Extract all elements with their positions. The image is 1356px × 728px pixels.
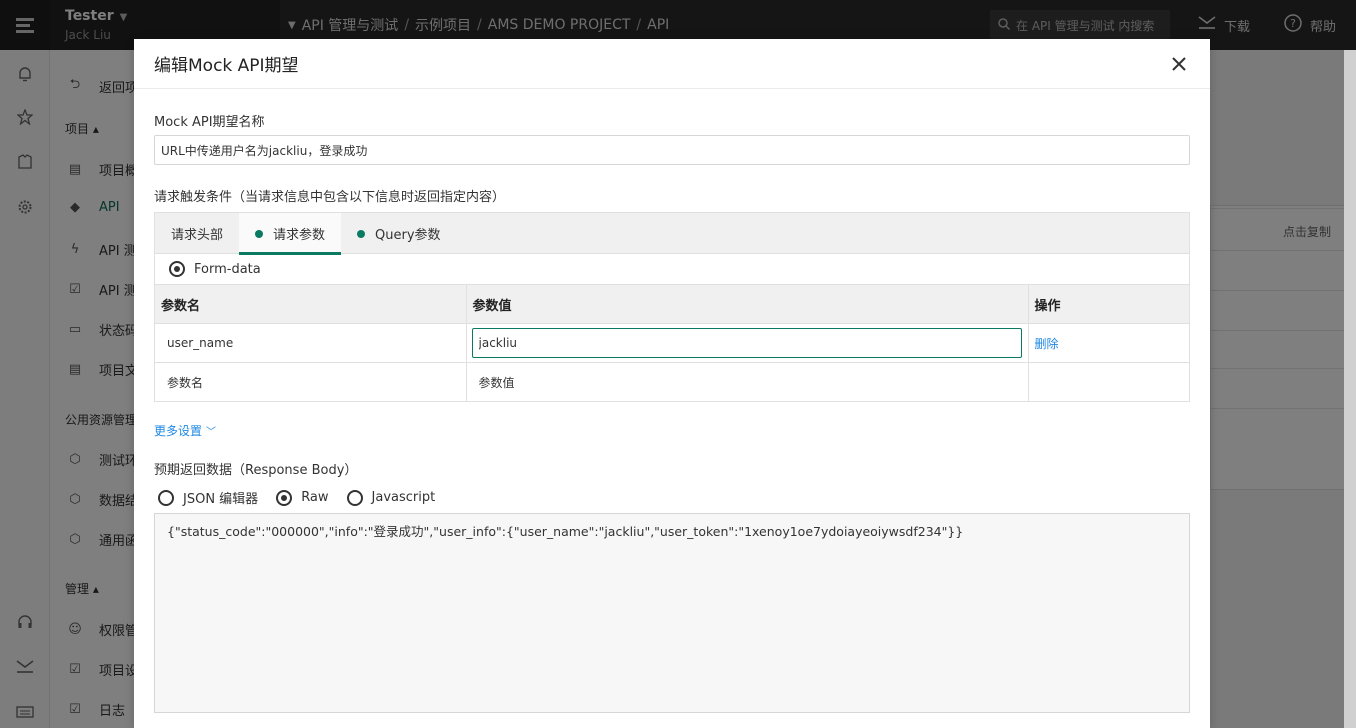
- condition-label: 请求触发条件（当请求信息中包含以下信息时返回指定内容）: [154, 190, 506, 205]
- form-type-label: Form-data: [194, 261, 261, 277]
- param-value-input[interactable]: [471, 328, 1022, 358]
- status-dot-icon: [255, 229, 264, 238]
- table-row-empty: 参数名 参数值: [155, 362, 1189, 402]
- delete-link[interactable]: 删除: [1035, 337, 1059, 351]
- response-body-editor[interactable]: {"status_code":"000000","info":"登录成功","u…: [154, 513, 1190, 713]
- tab-label: 请求参数: [273, 228, 326, 243]
- radio-checked-icon[interactable]: [169, 261, 185, 277]
- condition-tabs: 请求头部 请求参数 Query参数: [155, 213, 1189, 255]
- mock-name-input[interactable]: [154, 135, 1190, 165]
- scrollbar[interactable]: [1344, 50, 1356, 728]
- radio-unchecked-icon[interactable]: [346, 489, 363, 506]
- params-table: 参数名 参数值 操作 user_name 删除 参数名 参数值: [155, 284, 1189, 402]
- option-label: JSON 编辑器: [183, 492, 259, 507]
- trigger-conditions-panel: 请求头部 请求参数 Query参数 Form-data 参数名 参数值 操作 u…: [154, 212, 1190, 402]
- table-header-row: 参数名 参数值 操作: [155, 284, 1189, 324]
- table-row: user_name 删除: [155, 323, 1189, 363]
- response-option-json[interactable]: JSON 编辑器: [158, 488, 258, 507]
- tab-label: Query参数: [375, 228, 441, 243]
- response-label: 预期返回数据（Response Body）: [154, 463, 358, 478]
- param-name-cell[interactable]: user_name: [155, 323, 467, 363]
- form-data-option[interactable]: Form-data: [155, 254, 1189, 284]
- mock-api-modal: 编辑Mock API期望 Mock API期望名称 请求触发条件（当请求信息中包…: [134, 39, 1210, 728]
- param-value-cell: [466, 323, 1029, 363]
- chevron-down-icon: ﹀: [206, 427, 217, 438]
- column-header: 参数名: [155, 284, 467, 324]
- close-button[interactable]: [1168, 53, 1190, 75]
- param-name-placeholder[interactable]: 参数名: [155, 362, 467, 402]
- column-header: 操作: [1028, 284, 1189, 324]
- tab-request-params[interactable]: 请求参数: [239, 213, 342, 255]
- name-label: Mock API期望名称: [154, 115, 265, 130]
- tab-request-headers[interactable]: 请求头部: [155, 213, 239, 254]
- option-label: Javascript: [371, 490, 436, 505]
- action-cell: 删除: [1028, 323, 1189, 363]
- tab-label: 请求头部: [171, 228, 224, 243]
- tab-query-params[interactable]: Query参数: [341, 213, 457, 254]
- status-dot-icon: [357, 229, 366, 238]
- response-option-raw[interactable]: Raw: [276, 489, 329, 506]
- response-type-group: JSON 编辑器 Raw Javascript: [158, 488, 453, 507]
- option-label: Raw: [301, 490, 329, 505]
- more-settings-label: 更多设置: [154, 424, 203, 438]
- more-settings-toggle[interactable]: 更多设置 ﹀: [154, 422, 216, 439]
- response-option-javascript[interactable]: Javascript: [346, 489, 436, 506]
- modal-title: 编辑Mock API期望: [154, 56, 299, 76]
- modal-header: 编辑Mock API期望: [134, 39, 1210, 89]
- radio-checked-icon[interactable]: [276, 489, 293, 506]
- close-icon: [1172, 57, 1186, 71]
- radio-unchecked-icon[interactable]: [158, 489, 174, 506]
- column-header: 参数值: [466, 284, 1029, 324]
- param-value-placeholder[interactable]: 参数值: [466, 362, 1029, 402]
- action-cell: [1028, 362, 1189, 402]
